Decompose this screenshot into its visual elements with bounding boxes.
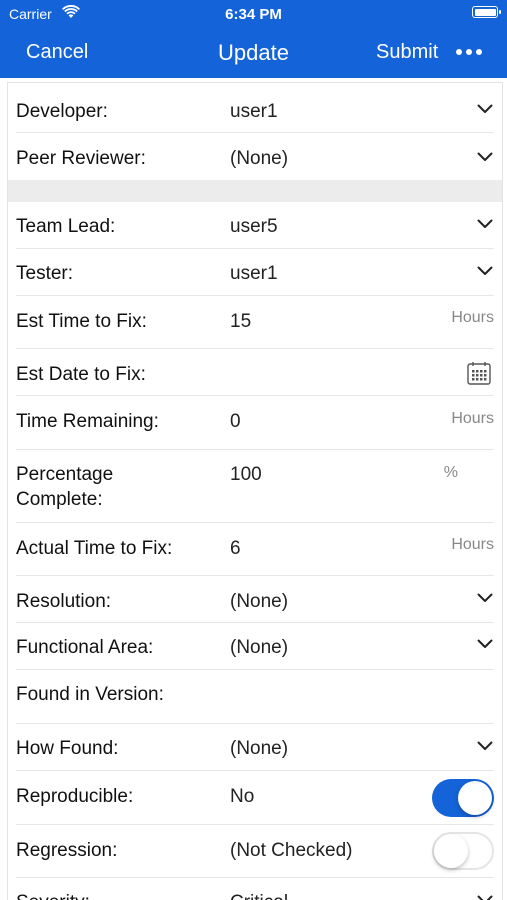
percentage-complete-input[interactable]: 100 [230, 463, 262, 487]
field-label: How Found: [16, 738, 119, 759]
form-list: Developer: user1 Peer Reviewer: (None) T… [7, 82, 503, 900]
unit-label: % [443, 464, 458, 481]
regression-row: Regression: (Not Checked) [8, 825, 502, 878]
reproducible-row: Reproducible: No [8, 771, 502, 825]
field-value: Critical [230, 891, 288, 900]
chevron-down-icon[interactable] [477, 741, 493, 751]
submit-button[interactable]: Submit [376, 41, 438, 64]
chevron-down-icon[interactable] [477, 266, 493, 276]
time-remaining-row: Time Remaining: 0 Hours [8, 396, 502, 450]
field-value: (None) [230, 591, 289, 612]
field-value: user5 [230, 216, 278, 237]
field-label: Functional Area: [16, 637, 154, 658]
how-found-row[interactable]: How Found: (None) [8, 724, 502, 771]
unit-label: Hours [451, 309, 494, 326]
unit-label: Hours [451, 536, 494, 553]
field-value: No [230, 786, 255, 807]
field-label: Found in Version: [16, 684, 164, 705]
calendar-icon[interactable] [467, 361, 491, 385]
chevron-down-icon[interactable] [477, 639, 493, 649]
field-value: user1 [230, 263, 278, 284]
team-lead-row[interactable]: Team Lead: user5 [8, 202, 502, 249]
est-time-input[interactable]: 15 [230, 310, 251, 334]
percentage-complete-row: Percentage Complete: 100 % [8, 450, 502, 523]
nav-bar: Cancel Update Submit [0, 28, 507, 78]
functional-area-row[interactable]: Functional Area: (None) [8, 623, 502, 670]
field-label: Time Remaining: [16, 411, 159, 432]
field-label: Est Date to Fix: [16, 364, 146, 385]
field-label: Tester: [16, 263, 74, 284]
ellipsis-icon[interactable] [456, 46, 482, 58]
field-label: Percentage [16, 464, 114, 485]
section-separator [8, 180, 502, 202]
found-in-version-row: Found in Version: [8, 670, 502, 724]
est-date-row: Est Date to Fix: [8, 349, 502, 396]
battery-icon [472, 6, 501, 18]
field-label: Reproducible: [16, 786, 134, 807]
chevron-down-icon[interactable] [477, 104, 493, 114]
cancel-button[interactable]: Cancel [26, 41, 88, 64]
clock-time: 6:34 PM [225, 6, 282, 23]
field-label: Severity: [16, 891, 90, 900]
actual-time-row: Actual Time to Fix: 6 Hours [8, 523, 502, 576]
severity-row[interactable]: Severity: Critical [8, 878, 502, 900]
time-remaining-input[interactable]: 0 [230, 410, 241, 434]
unit-label: Hours [451, 410, 494, 427]
field-value: (None) [230, 637, 289, 658]
regression-toggle[interactable] [432, 832, 494, 870]
field-label: Actual Time to Fix: [16, 538, 173, 559]
field-value: (None) [230, 738, 289, 759]
field-label: Regression: [16, 840, 118, 861]
developer-row[interactable]: Developer: user1 [8, 83, 502, 133]
field-label: Est Time to Fix: [16, 311, 147, 332]
field-label: Team Lead: [16, 216, 116, 237]
field-value: (Not Checked) [230, 840, 353, 861]
chevron-down-icon[interactable] [477, 895, 493, 900]
est-time-row: Est Time to Fix: 15 Hours [8, 296, 502, 349]
field-label: Peer Reviewer: [16, 148, 146, 169]
tester-row[interactable]: Tester: user1 [8, 249, 502, 296]
actual-time-input[interactable]: 6 [230, 537, 241, 561]
status-bar: Carrier 6:34 PM [0, 0, 507, 28]
field-label: Resolution: [16, 591, 112, 612]
field-label: Developer: [16, 101, 108, 122]
chevron-down-icon[interactable] [477, 152, 493, 162]
chevron-down-icon[interactable] [477, 219, 493, 229]
resolution-row[interactable]: Resolution: (None) [8, 576, 502, 623]
field-value: (None) [230, 148, 289, 169]
reproducible-toggle[interactable] [432, 779, 494, 817]
field-label: Complete: [16, 489, 103, 510]
peer-reviewer-row[interactable]: Peer Reviewer: (None) [8, 133, 502, 180]
chevron-down-icon[interactable] [477, 593, 493, 603]
field-value: user1 [230, 101, 278, 122]
